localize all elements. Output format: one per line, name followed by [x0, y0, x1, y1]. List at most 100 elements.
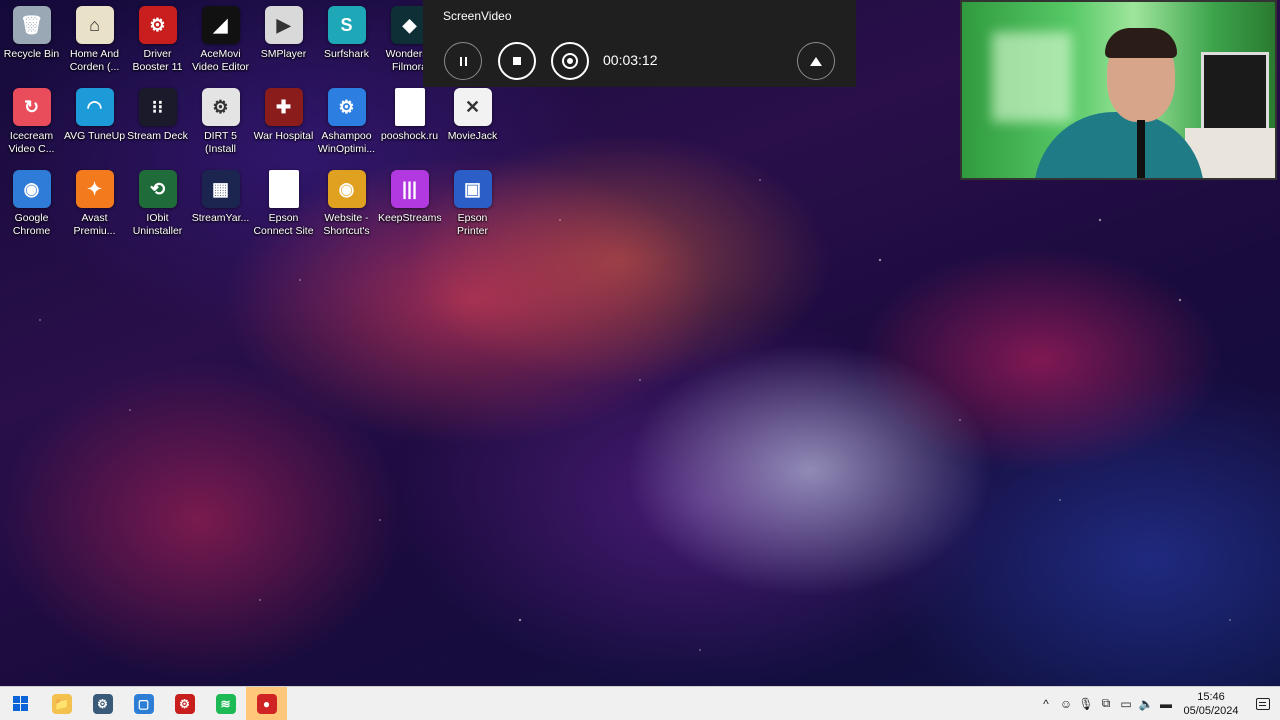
desktop-icon[interactable]: Epson Connect Site	[252, 164, 315, 246]
desktop-icon[interactable]: pooshock.ru	[378, 82, 441, 164]
home-and-corden-icon: ⌂	[75, 6, 114, 44]
tray-device-icon[interactable]: ⧉	[1096, 696, 1116, 711]
desktop-icon-label: AceMovi Video Editor	[191, 48, 249, 73]
desktop-icon-label: Stream Deck	[127, 130, 188, 142]
file-icon	[268, 170, 299, 208]
collapse-button[interactable]	[797, 42, 835, 80]
recorder-toolbar: ScreenVideo 00:03:12	[423, 0, 856, 87]
desktop-icon-label: Epson Connect Site	[253, 212, 314, 237]
chevron-up-icon	[810, 56, 822, 66]
desktop-icon-label: StreamYar...	[191, 212, 250, 224]
desktop-icon[interactable]: ▣ Epson Printer Connection...	[441, 164, 504, 246]
chevron-up-icon[interactable]: ^	[1036, 697, 1056, 711]
stop-button[interactable]	[498, 42, 536, 80]
microphone-icon[interactable]: 🎙	[1076, 697, 1096, 711]
surfshark-icon: S	[327, 6, 366, 44]
desktop-icon[interactable]: ⚙ DIRT 5 (Install Crack)	[189, 82, 252, 164]
pause-icon	[459, 56, 467, 66]
desktop-icon[interactable]: ◠ AVG TuneUp	[63, 82, 126, 164]
driver-booster-icon: ⚙	[138, 6, 177, 44]
clock-date: 05/05/2024	[1183, 704, 1239, 717]
webcam-background-monitor	[1201, 52, 1269, 132]
network-icon[interactable]: ▭	[1116, 697, 1136, 711]
epson-printer-icon: ▣	[453, 170, 492, 208]
taskbar-app-button[interactable]: ⚙	[164, 687, 205, 720]
desktop-icon[interactable]: ✦ Avast Premiu...	[63, 164, 126, 246]
webcam-overlay[interactable]	[960, 0, 1277, 180]
settings-app-icon: ⚙	[92, 693, 113, 714]
taskbar-apps: 📁 ⚙ ▢ ⚙ ≋ ●	[41, 686, 287, 720]
volume-icon[interactable]: 🔈	[1136, 697, 1156, 711]
taskbar-app-button[interactable]: ●	[246, 686, 287, 720]
desktop-icon[interactable]: ▦ StreamYar...	[189, 164, 252, 246]
recording-timer: 00:03:12	[603, 52, 658, 68]
website-shortcut-icon: ◉	[327, 170, 366, 208]
desktop-icon[interactable]: S Surfshark	[315, 0, 378, 82]
desktop-icon-label: Epson Printer Connection...	[457, 212, 488, 237]
desktop-icon-label: Avast Premiu...	[73, 212, 116, 237]
desktop-icon-label: KeepStreams	[378, 212, 441, 224]
stream-deck-icon: ⁝⁝	[138, 88, 177, 126]
desktop-icon-label: AVG TuneUp	[63, 130, 126, 142]
start-button[interactable]	[0, 687, 41, 720]
desktop-icon[interactable]: ↻ Icecream Video C...	[0, 82, 63, 164]
desktop-icon-label: IObit Uninstaller	[132, 212, 183, 237]
desktop-icon[interactable]: 🗑 Recycle Bin	[0, 0, 63, 82]
avg-tuneup-icon: ◠	[75, 88, 114, 126]
recycle-bin-icon: 🗑	[12, 6, 51, 44]
tray-app-icon[interactable]: ☺	[1056, 697, 1076, 711]
desktop-icon[interactable]: ||| KeepStreams	[378, 164, 441, 246]
desktop-icon[interactable]: ⚙ Driver Booster 11	[126, 0, 189, 82]
desktop-icon[interactable]: ◉ Google Chrome	[0, 164, 63, 246]
war-hospital-icon: ✚	[264, 88, 303, 126]
desktop-icon[interactable]: ▶ SMPlayer	[252, 0, 315, 82]
spotify-icon: ≋	[215, 693, 236, 714]
recorder-title: ScreenVideo	[443, 9, 512, 23]
desktop-icon-label: DIRT 5 (Install Crack)	[204, 130, 237, 155]
webcam-toggle-button[interactable]	[551, 42, 589, 80]
desktop-icon-label: pooshock.ru	[380, 130, 439, 142]
desktop-icon[interactable]: ◢ AceMovi Video Editor	[189, 0, 252, 82]
desktop-icon[interactable]: ✕ MovieJack	[441, 82, 504, 164]
screenvideo-taskbar-icon: ●	[256, 693, 277, 714]
clock[interactable]: 15:46 05/05/2024	[1176, 690, 1246, 718]
desktop-icon-label: Driver Booster 11	[132, 48, 183, 73]
clock-time: 15:46	[1197, 690, 1225, 703]
desktop-icon-label: Website - Shortcut's	[323, 212, 370, 237]
desktop-icon-label: Google Chrome	[12, 212, 51, 237]
stop-icon	[513, 57, 521, 65]
pause-button[interactable]	[444, 42, 482, 80]
acemovi-icon: ◢	[201, 6, 240, 44]
desktop-icon[interactable]: ⟲ IObit Uninstaller	[126, 164, 189, 246]
desktop-icon[interactable]: ⚙ Ashampoo WinOptimi...	[315, 82, 378, 164]
file-explorer-icon: 📁	[51, 693, 72, 714]
keepstreams-icon: |||	[390, 170, 429, 208]
desktop-icon[interactable]: ✚ War Hospital	[252, 82, 315, 164]
taskbar-app-button[interactable]: ⚙	[82, 687, 123, 720]
taskbar-app-button[interactable]: ▢	[123, 687, 164, 720]
desktop-icon[interactable]: ◉ Website - Shortcut's	[315, 164, 378, 246]
moviejack-icon: ✕	[453, 88, 492, 126]
desktop-icon-label: War Hospital	[253, 130, 314, 142]
taskbar-app-button[interactable]: 📁	[41, 687, 82, 720]
avast-icon: ✦	[75, 170, 114, 208]
desktop-icon-label: Icecream Video C...	[8, 130, 55, 155]
battery-icon[interactable]: ▬	[1156, 697, 1176, 711]
desktop-icon-label: MovieJack	[447, 130, 498, 142]
chrome-icon: ◉	[12, 170, 51, 208]
webcam-person-hair	[1105, 28, 1177, 58]
taskbar-app-button[interactable]: ≋	[205, 687, 246, 720]
dirt5-icon: ⚙	[201, 88, 240, 126]
smplayer-icon: ▶	[264, 6, 303, 44]
system-tray: ^ ☺ 🎙 ⧉ ▭ 🔈 ▬ 15:46 05/05/2024	[1036, 687, 1280, 720]
webcam-icon	[562, 53, 578, 69]
desktop-icon-label: Ashampoo WinOptimi...	[317, 130, 376, 155]
desktop-icon[interactable]: ⌂ Home And Corden (...	[63, 0, 126, 82]
notification-icon	[1256, 697, 1270, 710]
webcam-background-window	[992, 32, 1072, 122]
windows-logo-icon	[13, 696, 28, 711]
webcam-person-body	[1034, 112, 1204, 178]
window-app-icon: ▢	[133, 693, 154, 714]
notification-button[interactable]	[1246, 697, 1280, 710]
desktop-icon[interactable]: ⁝⁝ Stream Deck	[126, 82, 189, 164]
